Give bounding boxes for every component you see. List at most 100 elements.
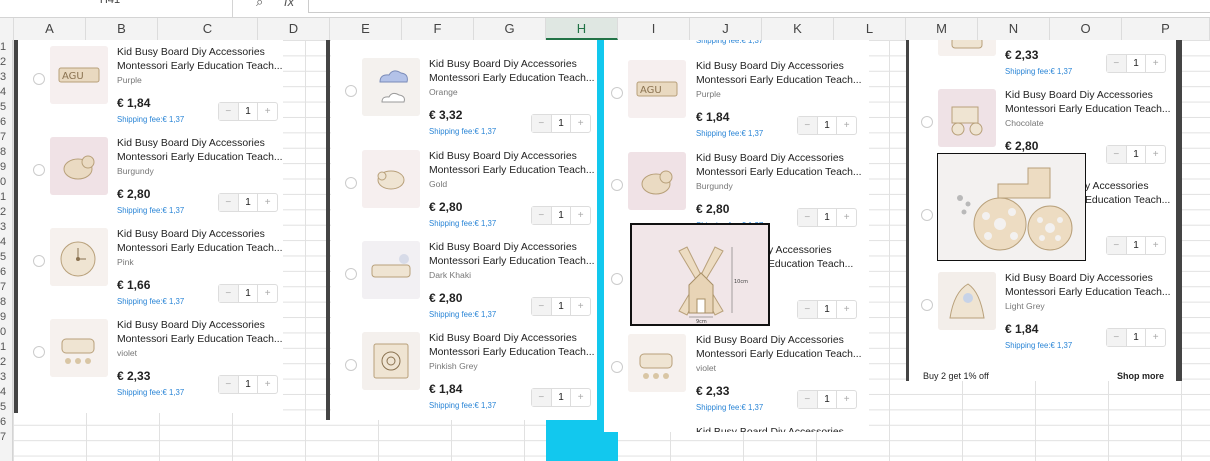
- product-title[interactable]: Kid Busy Board Diy Accessories Montessori…: [1005, 272, 1176, 299]
- row-header[interactable]: 2: [0, 205, 12, 220]
- row-header[interactable]: 2: [0, 55, 12, 70]
- quantity-stepper[interactable]: −1 +: [218, 102, 278, 121]
- quantity-stepper[interactable]: −1 +: [531, 114, 591, 133]
- quantity-stepper[interactable]: −1 +: [531, 206, 591, 225]
- quantity-stepper[interactable]: −1 +: [1106, 328, 1166, 347]
- minus-button[interactable]: −: [1107, 146, 1127, 163]
- row-header[interactable]: 8: [0, 295, 12, 310]
- select-radio[interactable]: [611, 361, 623, 373]
- quantity-stepper[interactable]: −1 +: [218, 193, 278, 212]
- list-item[interactable]: Kid Busy Board Diy Accessories Montessori…: [18, 313, 283, 404]
- quantity-value[interactable]: 1: [1127, 146, 1146, 163]
- list-item[interactable]: Kid Busy Board Diy Accessories Montessori…: [331, 326, 597, 417]
- quantity-value[interactable]: 1: [818, 301, 837, 318]
- row-header[interactable]: 4: [0, 85, 12, 100]
- minus-button[interactable]: −: [1107, 329, 1127, 346]
- plus-button[interactable]: +: [570, 298, 590, 315]
- plus-button[interactable]: +: [257, 103, 277, 120]
- product-title[interactable]: y Accessories Education Teach...: [1085, 180, 1175, 207]
- column-header[interactable]: N: [978, 18, 1050, 40]
- row-header[interactable]: 6: [0, 115, 12, 130]
- row-header[interactable]: 7: [0, 430, 12, 445]
- quantity-stepper[interactable]: −1 +: [531, 388, 591, 407]
- product-thumbnail[interactable]: [938, 89, 996, 147]
- select-radio[interactable]: [33, 346, 45, 358]
- quantity-stepper[interactable]: −1 +: [797, 208, 857, 227]
- row-header[interactable]: 6: [0, 265, 12, 280]
- list-item[interactable]: Kid Busy Board Diy Accessories Montessori…: [331, 235, 597, 326]
- product-thumbnail[interactable]: [362, 241, 420, 299]
- product-title[interactable]: Kid Busy Board Diy Accessories Montessori…: [429, 58, 597, 85]
- row-header[interactable]: 0: [0, 175, 12, 190]
- select-radio[interactable]: [345, 85, 357, 97]
- row-header[interactable]: 6: [0, 415, 12, 430]
- select-radio[interactable]: [33, 164, 45, 176]
- quantity-stepper[interactable]: −1 +: [797, 116, 857, 135]
- quantity-value[interactable]: 1: [818, 391, 837, 408]
- row-header[interactable]: 2: [0, 355, 12, 370]
- quantity-value[interactable]: 1: [552, 389, 571, 406]
- quantity-value[interactable]: 1: [818, 117, 837, 134]
- quantity-value[interactable]: 1: [1127, 55, 1146, 72]
- column-header[interactable]: J: [690, 18, 762, 40]
- select-radio[interactable]: [611, 179, 623, 191]
- minus-button[interactable]: −: [798, 209, 818, 226]
- list-item[interactable]: AGU Kid Busy Board Diy Accessories Montes…: [18, 40, 283, 131]
- row-header[interactable]: 5: [0, 250, 12, 265]
- select-radio[interactable]: [345, 359, 357, 371]
- list-item[interactable]: Kid Busy Board Diy Accessories Montessori…: [604, 328, 869, 419]
- product-title[interactable]: Kid Busy Board Diy Accessories Montessori…: [429, 332, 597, 359]
- select-radio[interactable]: [33, 255, 45, 267]
- product-thumbnail[interactable]: AGU: [628, 60, 686, 118]
- quantity-value[interactable]: 1: [818, 209, 837, 226]
- select-radio[interactable]: [611, 87, 623, 99]
- plus-button[interactable]: +: [1145, 237, 1165, 254]
- quantity-value[interactable]: 1: [239, 376, 258, 393]
- fx-icon[interactable]: fx: [284, 0, 294, 9]
- quantity-stepper[interactable]: −1 +: [531, 297, 591, 316]
- list-item[interactable]: Kid Busy Board Diy Accessories Montessori…: [331, 144, 597, 235]
- select-radio[interactable]: [345, 268, 357, 280]
- list-item[interactable]: AGU Kid Busy Board Diy Accessories Montes…: [604, 54, 869, 145]
- row-header[interactable]: 3: [0, 370, 12, 385]
- minus-button[interactable]: −: [219, 285, 239, 302]
- quantity-stepper[interactable]: −1 +: [797, 300, 857, 319]
- column-header[interactable]: E: [330, 18, 402, 40]
- minus-button[interactable]: −: [798, 391, 818, 408]
- column-header[interactable]: P: [1122, 18, 1210, 40]
- quantity-value[interactable]: 1: [552, 298, 571, 315]
- list-item[interactable]: Kid Busy Board Diy Accessories Montessori…: [18, 131, 283, 222]
- column-header[interactable]: G: [474, 18, 546, 40]
- windmill-product-image[interactable]: 10cm 9cm: [630, 223, 770, 326]
- select-radio[interactable]: [611, 273, 623, 285]
- quantity-value[interactable]: 1: [1127, 237, 1146, 254]
- minus-button[interactable]: −: [532, 298, 552, 315]
- column-header[interactable]: F: [402, 18, 474, 40]
- minus-button[interactable]: −: [798, 117, 818, 134]
- minus-button[interactable]: −: [219, 194, 239, 211]
- list-item[interactable]: Kid Busy Board Diy Accessories Montessori…: [18, 222, 283, 313]
- plus-button[interactable]: +: [836, 209, 856, 226]
- quantity-value[interactable]: 1: [239, 285, 258, 302]
- product-title[interactable]: Kid Busy Board Diy Accessories Montessori…: [429, 150, 597, 177]
- quantity-stepper[interactable]: −1 +: [1106, 54, 1166, 73]
- minus-button[interactable]: −: [532, 115, 552, 132]
- row-header[interactable]: 9: [0, 160, 12, 175]
- select-radio[interactable]: [921, 116, 933, 128]
- product-thumbnail[interactable]: [50, 228, 108, 286]
- column-header[interactable]: A: [14, 18, 86, 40]
- row-header[interactable]: 0: [0, 325, 12, 340]
- product-title[interactable]: Kid Busy Board Diy Accessories Montessori…: [117, 137, 283, 164]
- select-radio[interactable]: [33, 73, 45, 85]
- minus-button[interactable]: −: [798, 301, 818, 318]
- product-thumbnail[interactable]: AGU: [50, 46, 108, 104]
- quantity-stepper[interactable]: −1 +: [1106, 145, 1166, 164]
- product-title[interactable]: Kid Busy Board Diy Accessories Montessori…: [117, 228, 283, 255]
- row-header[interactable]: 7: [0, 130, 12, 145]
- column-header[interactable]: D: [258, 18, 330, 40]
- shop-more-link[interactable]: Shop more: [1117, 371, 1164, 381]
- list-item[interactable]: Kid Busy Board Diy Accessories Montessori…: [331, 52, 597, 143]
- product-thumbnail[interactable]: [938, 272, 996, 330]
- product-title[interactable]: Kid Busy Board Diy Accessories Montessori…: [117, 46, 283, 73]
- quantity-value[interactable]: 1: [239, 103, 258, 120]
